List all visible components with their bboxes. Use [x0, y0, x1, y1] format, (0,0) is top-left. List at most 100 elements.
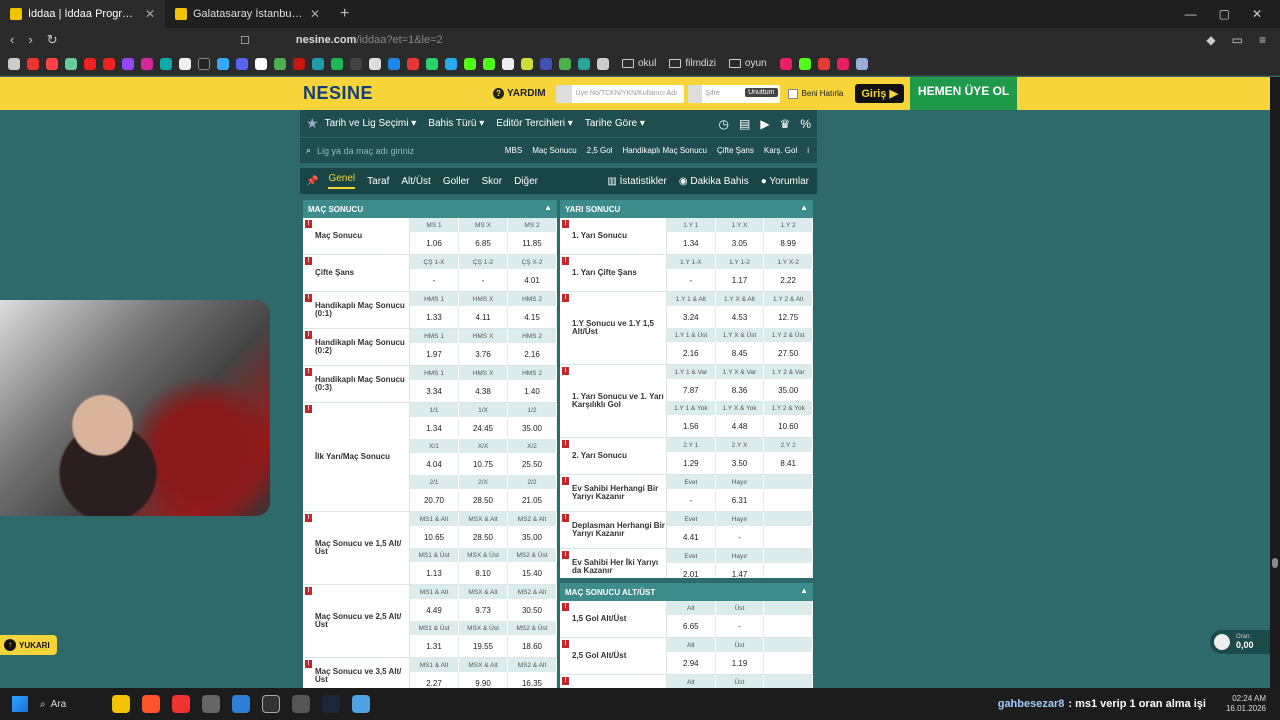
odds-button[interactable]: 24.45 — [459, 417, 508, 439]
crown-icon[interactable]: ♛ — [780, 117, 791, 131]
bookmark-icon[interactable] — [236, 57, 248, 70]
odds-button[interactable]: 35.00 — [508, 526, 557, 548]
star-icon[interactable]: ★ — [306, 115, 319, 132]
odds-button[interactable]: - — [410, 269, 459, 291]
collapse-icon[interactable]: ▲ — [800, 586, 808, 595]
bookmark-icon[interactable] — [141, 57, 153, 70]
odds-button[interactable]: 4.15 — [508, 306, 557, 328]
login-button[interactable]: Giriş ▶ — [855, 84, 904, 103]
odds-button[interactable]: 1.40 — [508, 380, 557, 402]
clock-icon[interactable]: ◷ — [719, 117, 729, 131]
bookmark-icon[interactable] — [540, 57, 552, 70]
bookmark-icon[interactable] — [798, 57, 811, 70]
odds-button[interactable]: 21.05 — [508, 489, 557, 511]
bookmark-icon[interactable] — [350, 57, 362, 70]
close-icon[interactable]: ✕ — [310, 7, 320, 21]
odds-button[interactable]: 12.75 — [764, 306, 813, 328]
minimize-icon[interactable]: — — [1185, 7, 1197, 21]
tek-mac-icon[interactable]: ▤ — [739, 117, 750, 131]
reload-icon[interactable]: ↻ — [47, 32, 58, 48]
close-icon[interactable]: ✕ — [145, 7, 155, 21]
scrollbar-thumb[interactable] — [1272, 558, 1278, 568]
odds-button[interactable]: 1.56 — [667, 415, 716, 437]
odds-button[interactable]: 1.34 — [667, 232, 716, 254]
collapse-icon[interactable]: ▲ — [800, 203, 808, 212]
odds-button[interactable]: 28.50 — [459, 526, 508, 548]
bookmark-icon[interactable] — [103, 57, 115, 70]
minute-bet-link[interactable]: ◉ Dakika Bahis — [679, 176, 749, 187]
system-clock[interactable]: 02:24 AM 16.01.2026 — [1226, 694, 1280, 713]
bookmark-folder-filmdizi[interactable]: filmdizi — [669, 58, 716, 69]
odds-button[interactable]: 1.97 — [410, 343, 459, 365]
odds-button[interactable]: 4.04 — [410, 453, 459, 475]
forward-icon[interactable]: › — [28, 32, 32, 48]
username-field[interactable]: Üye No/TCKN/YKN/Kullanıcı Adı — [555, 84, 684, 103]
tab-alt-ust[interactable]: Alt/Üst — [401, 176, 430, 187]
app-icon[interactable] — [292, 695, 310, 713]
tab-skor[interactable]: Skor — [482, 176, 503, 187]
filter-bet-type[interactable]: Bahis Türü ▾ — [428, 118, 484, 129]
bookmark-icon[interactable] — [464, 57, 476, 70]
brave-icon[interactable] — [142, 695, 160, 713]
bookmark-icon[interactable]: ☐ — [240, 34, 250, 47]
bookmark-icon[interactable] — [855, 57, 868, 70]
bookmark-icon[interactable] — [84, 57, 96, 70]
bookmark-icon[interactable] — [65, 57, 77, 70]
coupon-widget[interactable]: Oran: 0,00 — [1210, 630, 1270, 654]
odds-button[interactable]: - — [459, 269, 508, 291]
odds-button[interactable]: 3.76 — [459, 343, 508, 365]
bookmark-icon[interactable] — [521, 57, 533, 70]
filter-editor[interactable]: Editör Tercihleri ▾ — [496, 118, 573, 129]
odds-button[interactable]: 8.99 — [764, 232, 813, 254]
odds-button[interactable]: 2.94 — [667, 652, 716, 674]
odds-button[interactable]: 15.40 — [508, 562, 557, 584]
statistics-link[interactable]: ▥ İstatistikler — [607, 176, 666, 187]
odds-button[interactable]: 3.50 — [716, 452, 765, 474]
nesine-logo[interactable]: NESINE — [303, 83, 493, 104]
odds-button[interactable]: 6.85 — [459, 232, 508, 254]
bookmark-icon[interactable] — [369, 57, 381, 70]
bookmark-icon[interactable] — [122, 57, 134, 70]
odds-button[interactable]: 11.85 — [508, 232, 557, 254]
panel-header[interactable]: MAÇ SONUCU ALT/ÜST ▲ — [560, 583, 813, 601]
odds-button[interactable]: - — [667, 489, 716, 511]
maximize-icon[interactable]: ▢ — [1219, 7, 1230, 21]
bookmark-icon[interactable] — [836, 57, 849, 70]
tab-diger[interactable]: Diğer — [514, 176, 538, 187]
forgot-password-button[interactable]: Unuttum — [745, 87, 778, 97]
column-header[interactable]: Maç Sonucu — [532, 146, 576, 155]
odds-button[interactable]: 8.41 — [764, 452, 813, 474]
odds-button[interactable]: 1.13 — [410, 562, 459, 584]
help-link[interactable]: ? YARDIM — [493, 88, 546, 99]
bookmark-icon[interactable] — [559, 57, 571, 70]
panel-header[interactable]: YARI SONUCU ▲ — [560, 200, 813, 218]
column-header[interactable]: MBS — [505, 146, 522, 155]
odds-button[interactable]: 25.50 — [508, 453, 557, 475]
odds-button[interactable]: 19.55 — [459, 635, 508, 657]
odds-button[interactable]: 1.33 — [410, 306, 459, 328]
tab-genel[interactable]: Genel — [328, 173, 356, 189]
odds-button[interactable]: 20.70 — [410, 489, 459, 511]
odds-button[interactable]: 4.49 — [410, 599, 459, 621]
odds-button[interactable]: 28.50 — [459, 489, 508, 511]
odds-button[interactable]: 4.48 — [716, 415, 765, 437]
odds-button[interactable]: 10.75 — [459, 453, 508, 475]
odds-button[interactable]: 4.01 — [508, 269, 557, 291]
bookmark-icon[interactable] — [578, 57, 590, 70]
odds-button[interactable]: 2.16 — [667, 342, 716, 364]
bookmark-icon[interactable] — [779, 57, 792, 70]
odds-button[interactable]: 1.29 — [667, 452, 716, 474]
odds-button[interactable]: 1.19 — [716, 652, 765, 674]
odds-button[interactable]: 8.45 — [716, 342, 765, 364]
odds-button[interactable]: 2.22 — [764, 269, 813, 291]
odds-button[interactable]: 4.41 — [667, 526, 716, 548]
odds-button[interactable]: 4.11 — [459, 306, 508, 328]
photos-icon[interactable] — [232, 695, 250, 713]
bookmark-icon[interactable] — [331, 57, 343, 70]
odds-button[interactable]: 2.16 — [508, 343, 557, 365]
register-button[interactable]: HEMEN ÜYE OL — [909, 77, 1018, 110]
bookmark-folder-oyun[interactable]: oyun — [728, 58, 767, 69]
play-icon[interactable]: ▶ — [760, 117, 769, 131]
sidebar-icon[interactable]: ▭ — [1232, 33, 1243, 47]
column-header[interactable]: 2,5 Gol — [587, 146, 613, 155]
